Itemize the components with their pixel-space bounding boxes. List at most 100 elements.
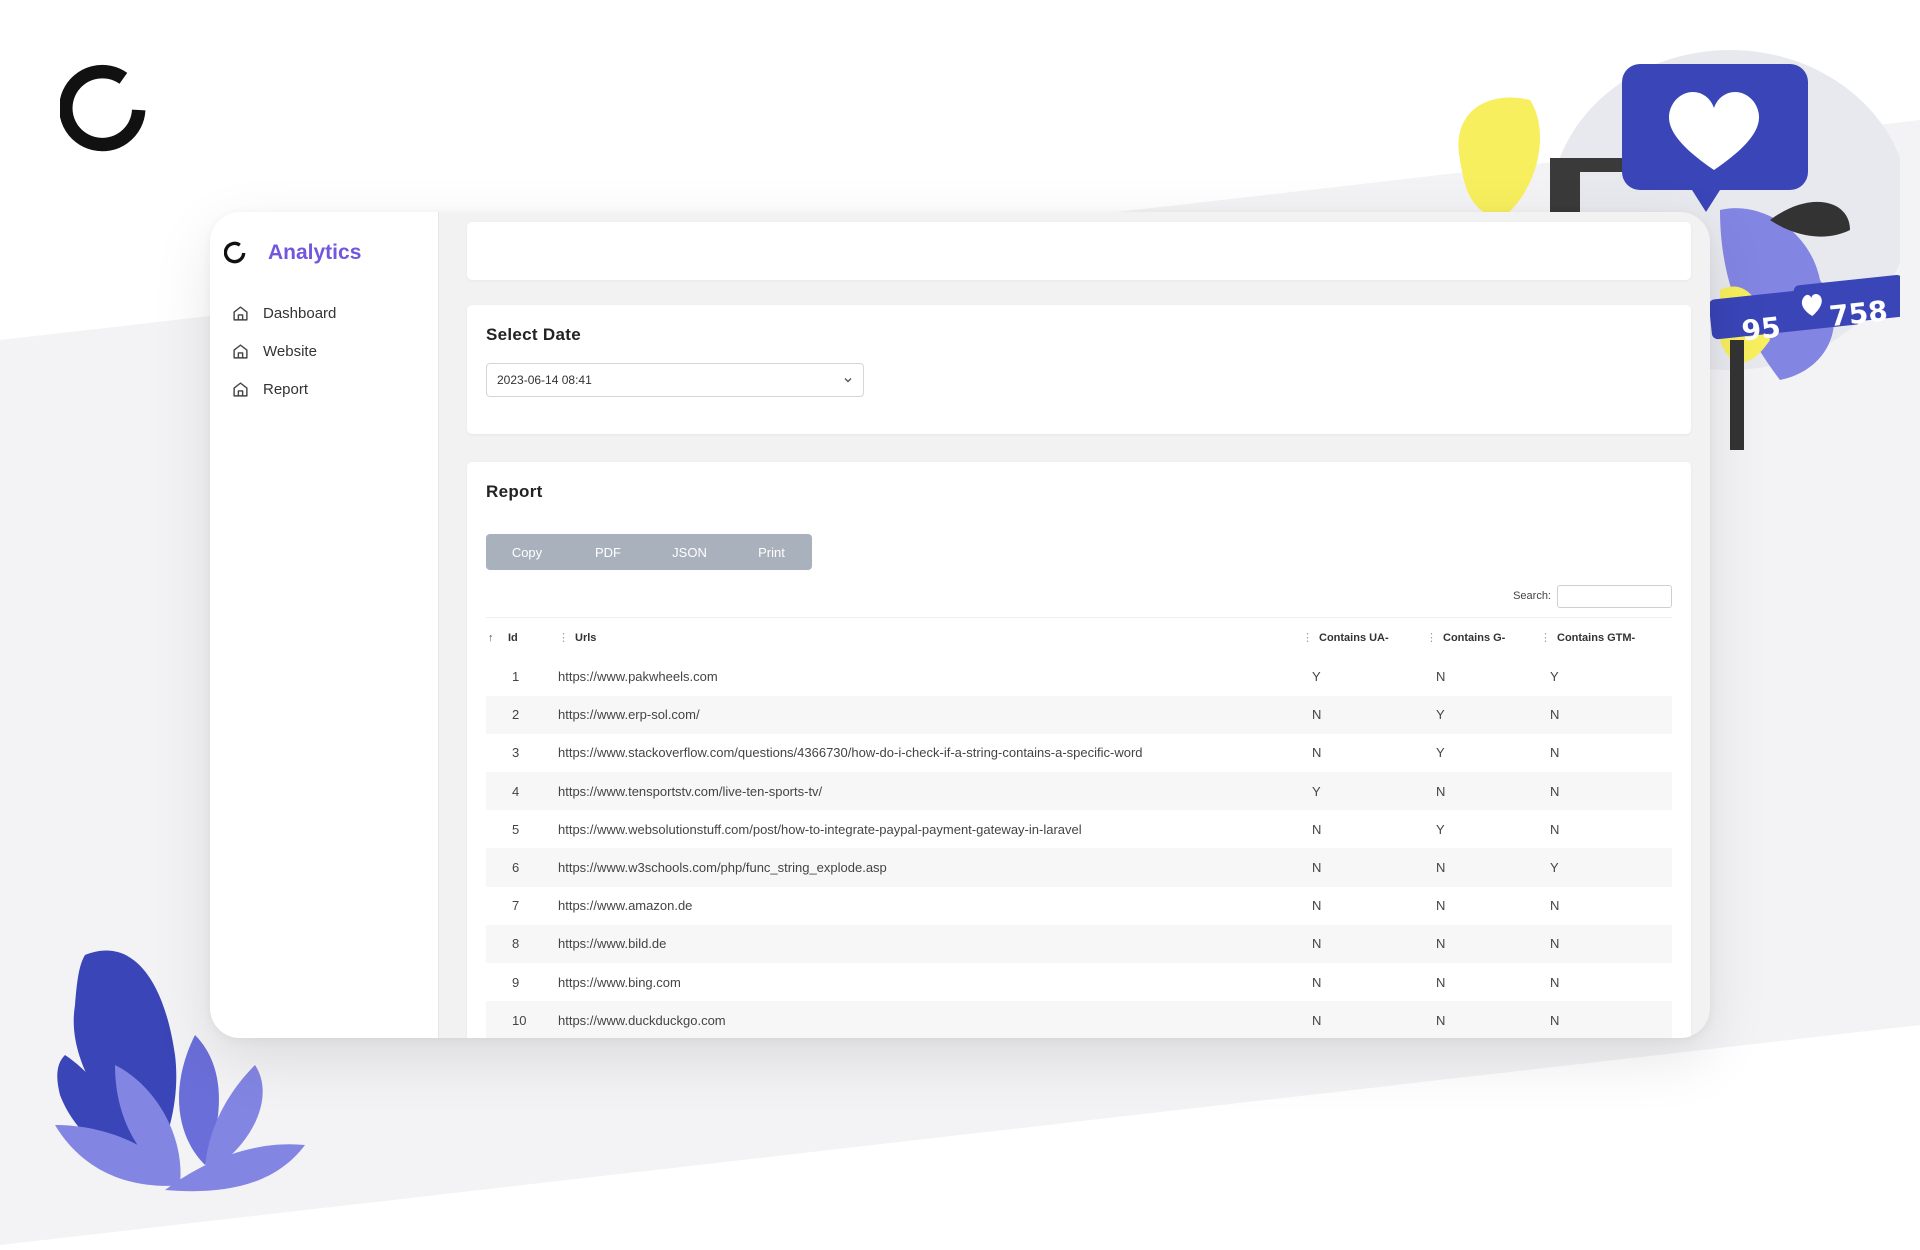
cell-id: 7: [512, 898, 520, 914]
sort-handle-icon: ⋮: [558, 632, 569, 645]
cell-ua: N: [1312, 1012, 1322, 1028]
cell-g: Y: [1436, 745, 1445, 761]
cell-gtm: Y: [1550, 860, 1559, 876]
cell-url: https://www.amazon.de: [558, 898, 693, 914]
print-button[interactable]: Print: [731, 534, 812, 570]
likes-count: 758: [1828, 294, 1890, 333]
cell-ua: N: [1312, 898, 1322, 914]
cell-url: https://www.pakwheels.com: [558, 669, 718, 685]
table-row: 7 https://www.amazon.de N N N: [486, 887, 1672, 925]
sidebar-item-dashboard[interactable]: Dashboard: [210, 294, 438, 332]
table-row: 2 https://www.erp-sol.com/ N Y N: [486, 695, 1672, 734]
cell-gtm: N: [1550, 783, 1560, 799]
search-label: Search:: [1513, 590, 1551, 602]
pdf-button[interactable]: PDF: [568, 534, 648, 570]
search-row: Search:: [486, 583, 1672, 609]
cell-gtm: Y: [1550, 669, 1559, 685]
cell-id: 9: [512, 974, 520, 990]
cell-id: 10: [512, 1012, 527, 1028]
cell-gtm: N: [1550, 936, 1560, 952]
search-input[interactable]: [1557, 584, 1672, 608]
report-table: ↑ Id ⋮ Urls ⋮ Contains UA- ⋮ Contains G- ⋮ C…: [486, 617, 1672, 1038]
cell-ua: N: [1312, 974, 1322, 990]
sidebar-item-label: Report: [263, 380, 309, 398]
main-content: Select Date 2023-06-14 08:41 Report Copy…: [439, 212, 1710, 1038]
cell-url: https://www.websolutionstuff.com/post/ho…: [558, 821, 1082, 837]
cell-id: 8: [512, 936, 520, 952]
json-button[interactable]: JSON: [648, 534, 731, 570]
cell-gtm: N: [1550, 745, 1560, 761]
cell-g: N: [1436, 669, 1446, 685]
sidebar-brand[interactable]: Analytics: [210, 230, 438, 276]
cell-id: 3: [512, 745, 520, 761]
table-row: 4 https://www.tensportstv.com/live-ten-s…: [486, 772, 1672, 811]
home-icon: [233, 343, 248, 359]
chevron-down-icon: [844, 378, 852, 383]
cell-url: https://www.w3schools.com/php/func_strin…: [558, 860, 887, 876]
column-header-gtm[interactable]: ⋮ Contains GTM-: [1540, 618, 1672, 658]
top-bar-card: [467, 222, 1691, 280]
sort-indicator[interactable]: ↑: [486, 618, 508, 658]
sort-up-arrow-icon: ↑: [488, 631, 494, 644]
column-header-g-label: Contains G-: [1443, 632, 1506, 645]
cell-ua: Y: [1312, 783, 1321, 799]
sort-handle-icon: ⋮: [1302, 632, 1313, 645]
cell-gtm: N: [1550, 1012, 1560, 1028]
cell-gtm: N: [1550, 974, 1560, 990]
cell-g: N: [1436, 783, 1446, 799]
report-card: Report Copy PDF JSON Print Search: ↑ Id …: [467, 462, 1691, 1038]
sidebar-item-report[interactable]: Report: [210, 370, 438, 408]
cell-url: https://www.stackoverflow.com/questions/…: [558, 745, 1143, 761]
cell-ua: N: [1312, 860, 1322, 876]
date-select-value: 2023-06-14 08:41: [497, 373, 592, 387]
column-header-gtm-label: Contains GTM-: [1557, 632, 1636, 645]
cell-g: N: [1436, 860, 1446, 876]
sidebar-item-website[interactable]: Website: [210, 332, 438, 370]
column-header-ua[interactable]: ⋮ Contains UA-: [1302, 618, 1426, 658]
copy-button[interactable]: Copy: [486, 534, 568, 570]
cell-id: 1: [512, 669, 520, 685]
cell-url: https://www.erp-sol.com/: [558, 707, 700, 723]
cell-g: Y: [1436, 707, 1445, 723]
column-header-g[interactable]: ⋮ Contains G-: [1426, 618, 1540, 658]
table-row: 1 https://www.pakwheels.com Y N Y: [486, 658, 1672, 696]
cell-g: N: [1436, 1012, 1446, 1028]
select-date-card: Select Date 2023-06-14 08:41: [467, 305, 1691, 434]
date-select[interactable]: 2023-06-14 08:41: [486, 363, 864, 397]
cell-g: N: [1436, 974, 1446, 990]
cell-url: https://www.bild.de: [558, 936, 667, 952]
cell-ua: N: [1312, 821, 1322, 837]
sidebar-nav: Dashboard Website Report: [210, 294, 438, 408]
sidebar-logo-icon: [224, 241, 246, 264]
sort-handle-icon: ⋮: [1540, 632, 1551, 645]
column-header-id-label: Id: [508, 631, 518, 644]
cell-id: 4: [512, 783, 520, 799]
column-header-id[interactable]: Id: [508, 618, 558, 658]
table-header-row: ↑ Id ⋮ Urls ⋮ Contains UA- ⋮ Contains G- ⋮ C…: [486, 617, 1672, 658]
sidebar-item-label: Dashboard: [263, 304, 337, 322]
cell-url: https://www.bing.com: [558, 974, 681, 990]
cell-gtm: N: [1550, 898, 1560, 914]
table-row: 6 https://www.w3schools.com/php/func_str…: [486, 848, 1672, 887]
table-row: 10 https://www.duckduckgo.com N N N: [486, 1001, 1672, 1038]
home-icon: [233, 381, 248, 397]
column-header-urls[interactable]: ⋮ Urls: [558, 618, 1302, 658]
cell-gtm: N: [1550, 821, 1560, 837]
table-row: 5 https://www.websolutionstuff.com/post/…: [486, 810, 1672, 848]
sidebar-item-label: Website: [263, 342, 317, 360]
cell-id: 2: [512, 707, 520, 723]
cell-url: https://www.tensportstv.com/live-ten-spo…: [558, 783, 823, 799]
brand-logo-icon: [60, 64, 146, 152]
brand-name: Analytics: [268, 241, 362, 264]
cell-url: https://www.duckduckgo.com: [558, 1012, 726, 1028]
cell-id: 5: [512, 821, 520, 837]
cell-id: 6: [512, 860, 520, 876]
column-header-urls-label: Urls: [575, 632, 597, 645]
select-date-title: Select Date: [486, 325, 581, 344]
cell-ua: N: [1312, 936, 1322, 952]
cell-g: N: [1436, 898, 1446, 914]
cell-g: N: [1436, 936, 1446, 952]
sidebar: Analytics Dashboard Website Report: [210, 212, 439, 1038]
export-button-group: Copy PDF JSON Print: [486, 534, 812, 570]
table-row: 9 https://www.bing.com N N N: [486, 963, 1672, 1001]
